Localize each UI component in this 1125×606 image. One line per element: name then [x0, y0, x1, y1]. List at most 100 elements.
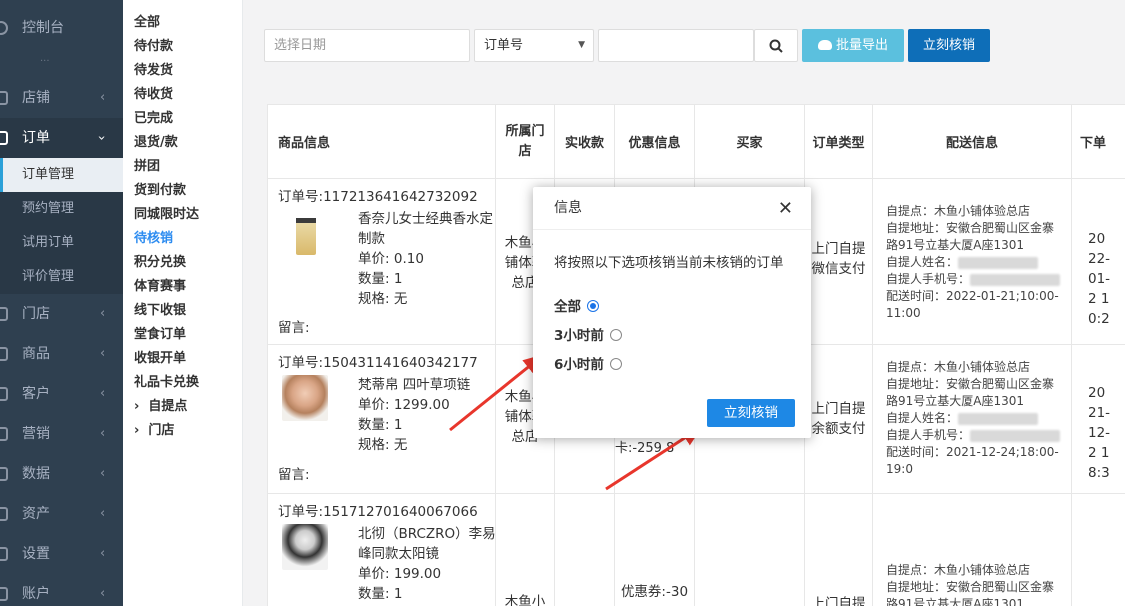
sidebar-item-shop[interactable]: 门店 ‹ [0, 294, 123, 334]
verify-now-button[interactable]: 立刻核销 [908, 29, 990, 62]
date-picker-input[interactable]: 选择日期 [264, 29, 470, 62]
goods-cell: 订单号:151712701640067066 北彻（BRCZRO）李易峰同款太阳… [267, 493, 496, 606]
pickup-address: 自提地址：安徽合肥蜀山区金寨路91号立基大厦A座1301 [886, 221, 1055, 252]
radio-checked-icon[interactable] [587, 300, 599, 312]
sidebar-item-goods[interactable]: 商品 ‹ [0, 334, 123, 374]
sidebar-item-marketing[interactable]: 营销 ‹ [0, 414, 123, 454]
close-icon[interactable]: ✕ [778, 187, 793, 230]
order-number: 订单号:150431141640342177 [278, 355, 478, 371]
option-all[interactable]: 全部 [554, 295, 599, 315]
status-offline-cashier[interactable]: 线下收银 [134, 300, 186, 322]
shop-icon [0, 307, 8, 321]
sidebar-subitem-review[interactable]: 评价管理 [0, 260, 123, 294]
product-name: 梵蒂帛 四叶草项链 [358, 377, 471, 393]
toolbar: 选择日期 订单号 ▼ 批量导出 立刻核销 [250, 0, 1125, 80]
option-6h[interactable]: 6小时前 [554, 353, 622, 373]
col-header-buyer: 买家 [694, 104, 805, 179]
status-refund[interactable]: 退货/款 [134, 132, 178, 154]
chevron-left-icon: ‹ [100, 426, 106, 441]
product-thumbnail[interactable] [296, 209, 316, 255]
delivery-cell: 自提点：木鱼小铺体验总店 自提地址：安徽合肥蜀山区金寨路91号立基大厦A座130… [872, 344, 1072, 494]
status-same-city[interactable]: 同城限时达 [134, 204, 199, 226]
product-thumbnail[interactable] [282, 524, 328, 570]
goods-cell: 订单号:117213641642732092 香奈儿女士经典香水定制款 单价: … [267, 178, 496, 345]
product-spec: 规格: 无 [358, 291, 408, 307]
batch-export-button[interactable]: 批量导出 [802, 29, 904, 62]
product-thumbnail[interactable] [282, 375, 328, 421]
status-cod[interactable]: 货到付款 [134, 180, 186, 202]
col-header-store: 所属门店 [495, 104, 555, 179]
status-pickup-point[interactable]: › 自提点 [134, 396, 187, 418]
chevron-left-icon: ‹ [100, 586, 106, 601]
sidebar-item-store[interactable]: 店铺 ‹ [0, 78, 123, 118]
product-price: 单价: 0.10 [358, 251, 424, 267]
chevron-left-icon: ‹ [100, 386, 106, 401]
sidebar-item-customer[interactable]: 客户 ‹ [0, 374, 123, 414]
order-type-cell: 上门自提 [804, 493, 873, 606]
sidebar-item-data[interactable]: 数据 ‹ [0, 454, 123, 494]
chevron-left-icon: ‹ [100, 546, 106, 561]
pickup-person: 自提人姓名： [886, 254, 1071, 271]
status-completed[interactable]: 已完成 [134, 108, 173, 130]
sidebar-item-assets[interactable]: 资产 ‹ [0, 494, 123, 534]
pickup-address: 自提地址：安徽合肥蜀山区金寨路91号立基大厦A座1301 [886, 377, 1055, 408]
customer-icon [0, 387, 8, 401]
buyer-cell [694, 493, 805, 606]
sidebar-subitem-order-manage[interactable]: 订单管理 [0, 158, 123, 192]
search-type-select[interactable]: 订单号 ▼ [474, 29, 594, 62]
status-gift-card[interactable]: 礼品卡兑换 [134, 372, 199, 394]
status-pending-receipt[interactable]: 待收货 [134, 84, 173, 106]
marketing-icon [0, 427, 8, 441]
table-row: 订单号:151712701640067066 北彻（BRCZRO）李易峰同款太阳… [267, 493, 1125, 606]
status-sports-event[interactable]: 体育赛事 [134, 276, 186, 298]
status-pending-shipment[interactable]: 待发货 [134, 60, 173, 82]
goods-icon [0, 347, 8, 361]
sidebar: 控制台 ··· 店铺 ‹ 订单 ‹ 订单管理 预约管理 试用订单 评价管理 门店… [0, 0, 123, 606]
order-type-cell: 上门自提余额支付 [804, 344, 873, 494]
chevron-left-icon: ‹ [100, 90, 106, 105]
data-icon [0, 467, 8, 481]
verify-dialog: 信息 ✕ 将按照以下选项核销当前未核销的订单 全部 3小时前 6小时前 立刻核销 [533, 187, 811, 438]
product-qty: 数量: 1 [358, 586, 403, 602]
pickup-point: 自提点：木鱼小铺体验总店 [886, 360, 1031, 374]
status-dine-in[interactable]: 堂食订单 [134, 324, 186, 346]
sidebar-item-order[interactable]: 订单 ‹ [0, 118, 123, 158]
radio-unchecked-icon[interactable] [609, 329, 622, 341]
product-price: 单价: 1299.00 [358, 397, 450, 413]
status-pending-payment[interactable]: 待付款 [134, 36, 173, 58]
order-icon [0, 131, 8, 145]
pickup-point: 自提点：木鱼小铺体验总店 [886, 204, 1031, 218]
col-header-goods: 商品信息 [267, 104, 496, 179]
dialog-title: 信息 [533, 187, 811, 230]
radio-unchecked-icon[interactable] [609, 358, 622, 370]
sidebar-item-dashboard[interactable]: 控制台 [0, 8, 123, 48]
order-time-cell: 2021-12-2 18:3 [1071, 344, 1125, 494]
status-cashier-billing[interactable]: 收银开单 [134, 348, 186, 370]
search-button[interactable] [754, 29, 798, 62]
expand-arrow-icon: › [134, 423, 140, 438]
goods-cell: 订单号:150431141640342177 梵蒂帛 四叶草项链 单价: 129… [267, 344, 496, 494]
dialog-confirm-button[interactable]: 立刻核销 [707, 399, 795, 427]
account-icon [0, 587, 8, 601]
sidebar-item-settings[interactable]: 设置 ‹ [0, 534, 123, 574]
search-input[interactable] [598, 29, 754, 62]
caret-down-icon: ▼ [578, 40, 585, 50]
order-type-cell: 上门自提微信支付 [804, 178, 873, 345]
order-number: 订单号:117213641642732092 [278, 189, 478, 205]
status-all[interactable]: 全部 [134, 12, 160, 34]
store-icon [0, 91, 8, 105]
status-store[interactable]: › 门店 [134, 420, 174, 442]
pickup-point: 自提点：木鱼小铺体验总店 [886, 563, 1031, 577]
product-qty: 数量: 1 [358, 271, 403, 287]
sidebar-divider: ··· [40, 56, 50, 67]
status-points-exchange[interactable]: 积分兑换 [134, 252, 186, 274]
option-3h[interactable]: 3小时前 [554, 324, 622, 344]
status-pending-verify[interactable]: 待核销 [134, 228, 173, 250]
col-header-order-time: 下单 [1071, 104, 1125, 179]
paid-cell [554, 493, 615, 606]
sidebar-subitem-trial-order[interactable]: 试用订单 [0, 226, 123, 260]
sidebar-subitem-reservation[interactable]: 预约管理 [0, 192, 123, 226]
status-group-buy[interactable]: 拼团 [134, 156, 160, 178]
sidebar-item-account[interactable]: 账户 ‹ [0, 574, 123, 606]
product-spec: 规格: 无 [358, 437, 408, 453]
